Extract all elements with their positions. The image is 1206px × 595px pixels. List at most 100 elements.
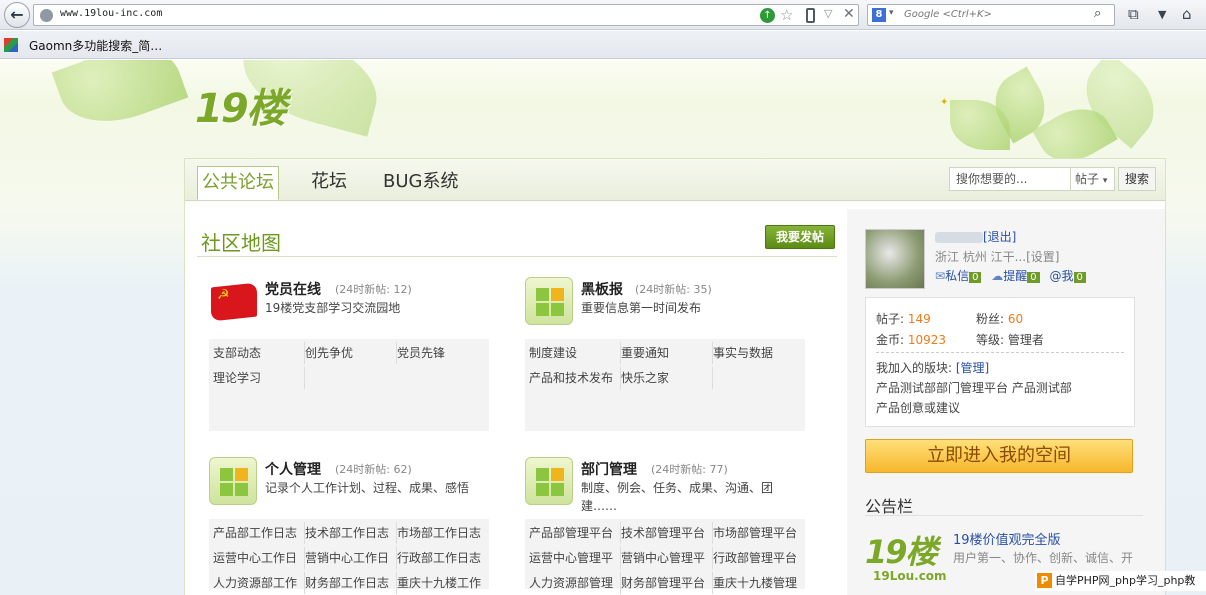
content-panel: 公共论坛 花坛 BUG系统 搜你想要的... 帖子 ▾ 搜索 社区地图 我要发帖…: [184, 158, 1166, 595]
phone-icon[interactable]: [806, 8, 815, 23]
location-text: 浙江 杭州 江干...: [935, 250, 1027, 264]
forum-link[interactable]: 产品部管理平台: [529, 522, 621, 544]
url-text[interactable]: www.19lou-inc.com: [60, 8, 162, 19]
close-icon[interactable]: ✕: [843, 6, 855, 22]
back-arrow-icon: ←: [10, 5, 24, 24]
tab-bug-system[interactable]: BUG系统: [379, 166, 462, 200]
fans-stat: 粉丝: 60: [976, 312, 1024, 326]
forum-links: 制度建设 重要通知 事实与数据产品和技术发布 快乐之家: [525, 339, 805, 431]
joined-board-link[interactable]: 产品测试部部门管理平台 产品测试部: [876, 379, 1072, 396]
forum-link[interactable]: 党员先锋: [397, 342, 489, 364]
forum-grid-icon[interactable]: [209, 457, 257, 505]
forum-desc: 制度、例会、任务、成果、沟通、团建……: [581, 481, 774, 513]
mail-icon: ✉: [935, 269, 946, 283]
enter-my-space-button[interactable]: 立即进入我的空间: [865, 439, 1133, 473]
notice-logo[interactable]: 19楼 19Lou.com: [865, 527, 947, 587]
engine-dropdown-icon[interactable]: ▾: [889, 8, 894, 18]
search-type-label: 帖子: [1075, 172, 1100, 186]
forum-grid-icon[interactable]: [525, 457, 573, 505]
party-flag-icon[interactable]: ☭: [209, 277, 257, 325]
forum-link[interactable]: 人力资源部工作: [213, 572, 305, 594]
blurred-username: [935, 232, 983, 243]
forum-link[interactable]: 市场部管理平台: [713, 522, 805, 544]
user-stats: 帖子: 149 粉丝: 60 金币: 10923 等级: 管理者 我加入的版块:…: [865, 297, 1135, 427]
forum-name[interactable]: 部门管理: [581, 459, 637, 479]
chevron-down-icon: ▾: [1102, 176, 1108, 186]
forum-name[interactable]: 党员在线: [265, 279, 321, 299]
forum-link[interactable]: 运营中心工作日: [213, 547, 305, 569]
browser-search-input[interactable]: Google <Ctrl+K>: [904, 9, 992, 20]
site-search-input[interactable]: 搜你想要的...: [949, 167, 1071, 191]
logout-link[interactable]: [退出]: [983, 230, 1016, 244]
web-page: 19楼 ✦ 公共论坛 花坛 BUG系统 搜你想要的... 帖子 ▾ 搜索 社区地…: [0, 60, 1206, 595]
forum-card: 黑板报 (24时新帖: 35) 重要信息第一时间发布 制度建设 重要通知 事实与数据…: [525, 277, 807, 431]
address-bar[interactable]: www.19lou-inc.com ↑ ☆ ▽ ✕: [33, 4, 859, 26]
forum-link[interactable]: 技术部管理平台: [621, 522, 713, 544]
messages-count: 0: [969, 272, 982, 283]
forum-link[interactable]: 重要通知: [621, 342, 713, 364]
forum-new-posts: (24时新帖: 62): [335, 463, 412, 476]
forum-card: 部门管理 (24时新帖: 77) 制度、例会、任务、成果、沟通、团建…… 产品部…: [525, 457, 807, 594]
forum-link[interactable]: 快乐之家: [621, 367, 713, 389]
notice-board-title: 公告栏: [865, 497, 914, 516]
forum-link[interactable]: 技术部工作日志: [305, 522, 397, 544]
browser-toolbar: ← www.19lou-inc.com ↑ ☆ ▽ ✕ 8 ▾ Google <…: [0, 0, 1206, 30]
back-button[interactable]: ←: [4, 2, 30, 28]
forum-link[interactable]: 运营中心管理平: [529, 547, 621, 569]
forum-link[interactable]: 重庆十九楼管理: [713, 572, 805, 594]
avatar[interactable]: [865, 229, 925, 289]
mentions-count: 0: [1073, 272, 1086, 283]
reminders-link[interactable]: 提醒: [1003, 269, 1027, 283]
forum-link[interactable]: 产品部工作日志: [213, 522, 305, 544]
forum-link[interactable]: 行政部工作日志: [397, 547, 489, 569]
bookmark-item[interactable]: Gaomn多功能搜索_简…: [29, 37, 162, 54]
forum-link[interactable]: 制度建设: [529, 342, 621, 364]
messages-link[interactable]: 私信: [945, 269, 969, 283]
tab-public-forum[interactable]: 公共论坛: [197, 166, 279, 200]
new-post-button[interactable]: 我要发帖: [765, 225, 835, 249]
forum-desc: 记录个人工作计划、过程、成果、感悟: [265, 481, 470, 495]
home-icon[interactable]: ⌂: [1182, 5, 1192, 23]
search-type-select[interactable]: 帖子 ▾: [1071, 167, 1115, 191]
site-search-button[interactable]: 搜索: [1118, 167, 1156, 191]
forum-link[interactable]: 人力资源部管理: [529, 572, 621, 594]
stats-divider: [876, 352, 1124, 353]
manage-link[interactable]: [管理]: [956, 361, 989, 375]
go-icon[interactable]: ↑: [760, 8, 775, 23]
forum-link[interactable]: 重庆十九楼工作: [397, 572, 489, 594]
forum-link[interactable]: 行政部管理平台: [713, 547, 805, 569]
forum-link[interactable]: 支部动态: [213, 342, 305, 364]
url-dropdown-icon[interactable]: ▽: [824, 7, 832, 20]
forum-link[interactable]: 营销中心管理平: [621, 547, 713, 569]
leaf-decoration: [51, 60, 189, 139]
forum-link[interactable]: 事实与数据: [713, 342, 805, 364]
screenshot-tool-icon[interactable]: ⧉: [1128, 5, 1139, 23]
watermark: P 自学PHP网_php学习_php教: [1035, 571, 1206, 591]
notice-summary: 用户第一、协作、创新、诚信、开: [953, 551, 1134, 565]
menu-dropdown-icon[interactable]: ▼: [1158, 8, 1166, 21]
forum-grid-icon[interactable]: [525, 277, 573, 325]
settings-link[interactable]: [设置]: [1026, 250, 1059, 264]
forum-name[interactable]: 个人管理: [265, 459, 321, 479]
joined-board-link[interactable]: 产品创意或建议: [876, 399, 960, 416]
tab-flower-forum[interactable]: 花坛: [307, 166, 351, 200]
browser-search-bar[interactable]: 8 ▾ Google <Ctrl+K> ⌕: [867, 4, 1115, 26]
globe-icon: [40, 9, 53, 22]
forum-name[interactable]: 黑板报: [581, 279, 623, 299]
notice-headline[interactable]: 19楼价值观完全版: [953, 529, 1061, 548]
forum-desc: 重要信息第一时间发布: [581, 301, 702, 315]
site-logo[interactable]: 19楼: [195, 76, 287, 134]
forum-link[interactable]: 财务部管理平台: [621, 572, 713, 594]
forum-link[interactable]: 财务部工作日志: [305, 572, 397, 594]
forum-link[interactable]: 理论学习: [213, 367, 305, 389]
page-title: 社区地图: [201, 231, 281, 255]
search-icon[interactable]: ⌕: [1094, 6, 1101, 21]
forum-link[interactable]: 产品和技术发布: [529, 367, 621, 389]
user-notifications: ✉私信 0 ☁提醒 0 @我 0: [935, 267, 1092, 284]
forum-link[interactable]: 创先争优: [305, 342, 397, 364]
forum-link[interactable]: 市场部工作日志: [397, 522, 489, 544]
mentions-link[interactable]: @我: [1050, 269, 1074, 283]
star-icon[interactable]: ☆: [780, 6, 793, 24]
forum-link[interactable]: 营销中心工作日: [305, 547, 397, 569]
google-icon[interactable]: 8: [872, 8, 886, 22]
